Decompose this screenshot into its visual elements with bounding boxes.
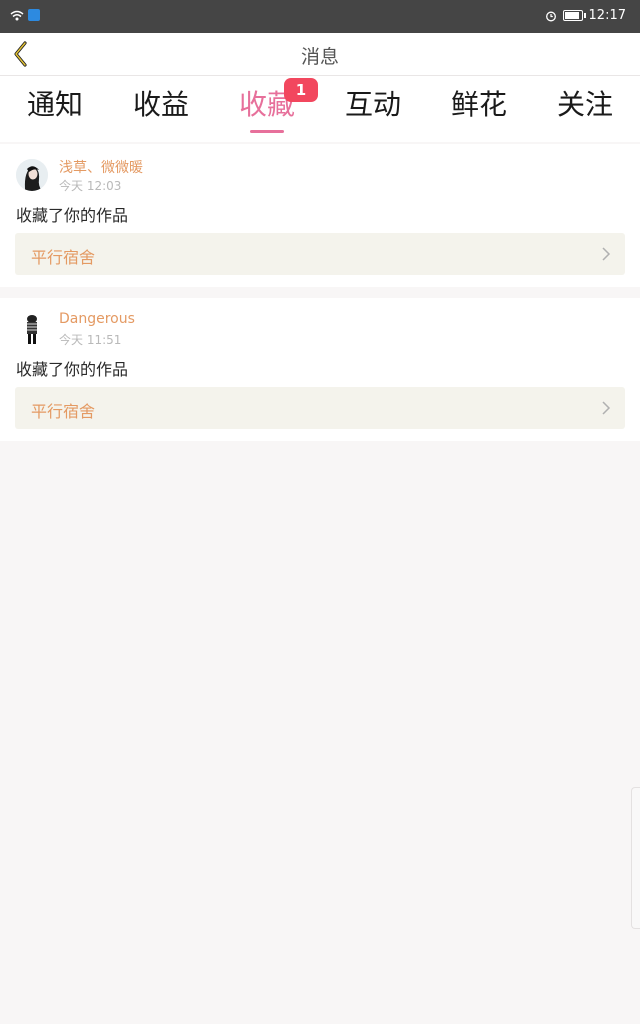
- tab-following[interactable]: 关注: [540, 86, 630, 142]
- status-time: 12:17: [588, 8, 626, 23]
- timestamp: 今天 11:51: [59, 333, 122, 347]
- wifi-icon: [10, 10, 24, 20]
- user-avatar[interactable]: [16, 313, 48, 345]
- username[interactable]: 浅草、微微暖: [59, 157, 143, 177]
- work-link[interactable]: 平行宿舍: [15, 387, 625, 429]
- status-bar: 12:17: [0, 0, 640, 33]
- alarm-icon: [545, 11, 556, 21]
- tab-earnings[interactable]: 收益: [116, 86, 206, 142]
- user-avatar[interactable]: [16, 159, 48, 191]
- tab-label: 收益: [132, 88, 189, 121]
- active-tab-underline: [250, 130, 284, 133]
- tab-label: 通知: [26, 88, 83, 121]
- unread-badge: 1: [284, 78, 318, 102]
- chevron-right-icon: [602, 247, 611, 261]
- tab-interactions[interactable]: 互动: [328, 86, 418, 142]
- action-text: 收藏了你的作品: [16, 360, 129, 379]
- work-title: 平行宿舍: [31, 402, 96, 421]
- message-card: 浅草、微微暖 今天 12:03 收藏了你的作品 平行宿舍: [0, 144, 640, 287]
- chevron-right-icon: [602, 401, 611, 415]
- work-link[interactable]: 平行宿舍: [15, 233, 625, 275]
- action-text: 收藏了你的作品: [16, 206, 129, 225]
- tab-label: 鲜花: [450, 88, 507, 121]
- header-bar: 消息: [0, 33, 640, 76]
- timestamp: 今天 12:03: [59, 179, 122, 193]
- tab-bar: 通知 收益 收藏 1 互动 鲜花 关注: [0, 76, 640, 142]
- avatar-image: [16, 159, 48, 191]
- page-title: 消息: [300, 46, 339, 68]
- tab-favorites[interactable]: 收藏 1: [222, 78, 318, 142]
- work-title: 平行宿舍: [31, 248, 96, 267]
- side-scroll-handle[interactable]: [631, 787, 640, 929]
- battery-icon: [562, 10, 586, 21]
- username[interactable]: Dangerous: [59, 311, 135, 327]
- tab-flowers[interactable]: 鲜花: [434, 86, 524, 142]
- message-card: Dangerous 今天 11:51 收藏了你的作品 平行宿舍: [0, 298, 640, 441]
- tab-label: 关注: [556, 88, 613, 121]
- tab-label: 互动: [344, 88, 401, 121]
- app-notification-icon: [28, 9, 40, 21]
- avatar-image: [16, 313, 48, 345]
- tab-notifications[interactable]: 通知: [10, 86, 100, 142]
